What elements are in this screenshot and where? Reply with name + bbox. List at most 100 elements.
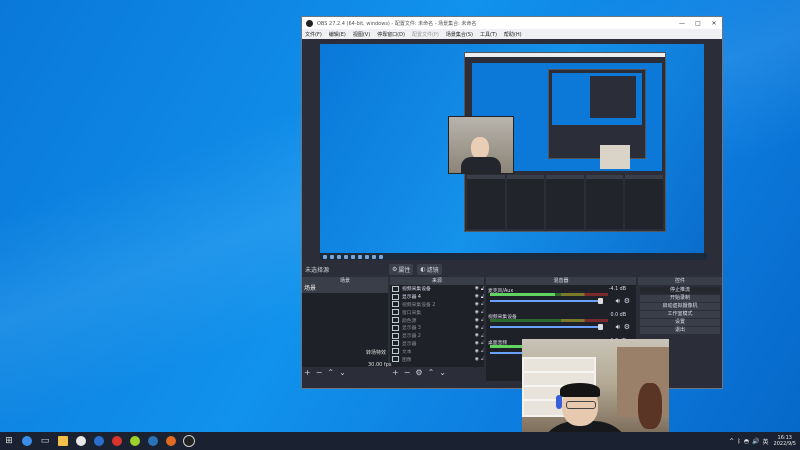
bluetooth-icon[interactable]: ᛒ bbox=[737, 438, 741, 445]
move-down-icon[interactable]: ⌄ bbox=[339, 368, 346, 377]
move-up-icon[interactable]: ⌃ bbox=[327, 368, 334, 377]
source-type-icon bbox=[392, 301, 399, 308]
source-item[interactable]: 图像 ◉ 🔓︎ bbox=[390, 355, 484, 363]
exit-button[interactable]: 退出 bbox=[640, 327, 720, 334]
eye-icon[interactable]: ◉ bbox=[475, 333, 479, 338]
source-label: 显示器 4 bbox=[402, 295, 421, 301]
lock-icon[interactable]: 🔓︎ bbox=[481, 348, 484, 354]
taskbar: ⊞ ▭ ^ ᛒ ◓ 🔊 英 16:13 2022/9/5 bbox=[0, 432, 800, 450]
game-icon[interactable] bbox=[162, 432, 180, 450]
properties-button[interactable]: ⚙ 属性 bbox=[389, 263, 414, 275]
source-label: 显示器 2 bbox=[402, 334, 421, 340]
stop-streaming-button[interactable]: 停止推流 bbox=[640, 287, 720, 294]
lock-icon[interactable]: 🔓︎ bbox=[481, 301, 484, 307]
menu-profile[interactable]: 配置文件(P) bbox=[412, 31, 439, 38]
remove-icon[interactable]: − bbox=[404, 368, 411, 377]
eye-icon[interactable]: ◉ bbox=[475, 286, 479, 291]
chrome-icon[interactable] bbox=[126, 432, 144, 450]
source-item[interactable]: 显示器 4 ◉ 🔓︎ bbox=[390, 293, 484, 301]
file-explorer-icon[interactable] bbox=[54, 432, 72, 450]
eye-icon[interactable]: ◉ bbox=[475, 302, 479, 307]
filters-label: 滤镜 bbox=[426, 266, 439, 274]
tray-chevron-icon[interactable]: ^ bbox=[729, 438, 734, 445]
eye-icon[interactable]: ◉ bbox=[475, 357, 479, 362]
start-virtual-camera-button[interactable]: 启动虚拟摄像机 bbox=[640, 303, 720, 310]
eye-icon[interactable]: ◉ bbox=[475, 341, 479, 346]
lock-icon[interactable]: 🔓︎ bbox=[481, 286, 484, 292]
clock[interactable]: 16:13 2022/9/5 bbox=[774, 435, 796, 447]
add-icon[interactable]: + bbox=[304, 368, 311, 377]
maximize-button[interactable]: □ bbox=[690, 20, 706, 27]
lock-icon[interactable]: 🔓︎ bbox=[481, 333, 484, 339]
eye-icon[interactable]: ◉ bbox=[475, 318, 479, 323]
obs-icon[interactable] bbox=[180, 432, 198, 450]
settings-button[interactable]: 设置 bbox=[640, 319, 720, 326]
source-item[interactable]: 视频采集设备 ◉ 🔓︎ bbox=[390, 285, 484, 293]
menu-tools[interactable]: 工具(T) bbox=[480, 31, 497, 38]
clock-date: 2022/9/5 bbox=[773, 441, 796, 447]
filter-icon: ◐ bbox=[420, 265, 426, 273]
menu-docks[interactable]: 停靠窗口(D) bbox=[377, 31, 405, 38]
task-view-icon[interactable]: ▭ bbox=[36, 432, 54, 450]
preview-canvas[interactable] bbox=[320, 44, 707, 260]
no-source-label: 未选择源 bbox=[305, 266, 330, 274]
menu-help[interactable]: 帮助(H) bbox=[504, 31, 522, 38]
eye-icon[interactable]: ◉ bbox=[475, 294, 479, 299]
minimize-button[interactable]: — bbox=[674, 20, 690, 27]
source-item[interactable]: 颜色源 ◉ 🔓︎ bbox=[390, 316, 484, 324]
source-label: 显示器 bbox=[402, 341, 417, 347]
source-item[interactable]: 窗口采集 ◉ 🔓︎ bbox=[390, 308, 484, 316]
network-icon[interactable]: ◓ bbox=[744, 438, 749, 445]
source-item[interactable]: 显示器 ◉ 🔓︎ bbox=[390, 340, 484, 348]
volume-icon[interactable]: 🔊 bbox=[752, 438, 759, 445]
lock-icon[interactable]: 🔓︎ bbox=[481, 340, 484, 346]
chat-icon[interactable] bbox=[72, 432, 90, 450]
lock-icon[interactable]: 🔓︎ bbox=[481, 356, 484, 362]
app-icon[interactable] bbox=[90, 432, 108, 450]
speaker-icon[interactable]: 🔊︎ bbox=[616, 323, 620, 332]
remove-icon[interactable]: − bbox=[316, 368, 323, 377]
menu-file[interactable]: 文件(F) bbox=[305, 31, 322, 38]
volume-slider[interactable] bbox=[490, 324, 603, 330]
channel-db: -4.1 dB bbox=[608, 287, 626, 292]
source-label: 窗口采集 bbox=[402, 310, 422, 316]
move-up-icon[interactable]: ⌃ bbox=[428, 368, 435, 377]
eye-icon[interactable]: ◉ bbox=[475, 349, 479, 354]
source-item[interactable]: 文本 ◉ 🔓︎ bbox=[390, 347, 484, 355]
source-item[interactable]: 视频采集设备 2 ◉ 🔓︎ bbox=[390, 301, 484, 309]
eye-icon[interactable]: ◉ bbox=[475, 310, 479, 315]
scene-item[interactable]: 场景 bbox=[302, 285, 388, 293]
lock-icon[interactable]: 🔓︎ bbox=[481, 325, 484, 331]
title-bar[interactable]: OBS 27.2.4 (64-bit, windows) - 配置文件: 未命名… bbox=[302, 17, 722, 29]
windows-logo-icon[interactable]: ⊞ bbox=[0, 432, 18, 450]
speaker-icon[interactable]: 🔊︎ bbox=[616, 297, 620, 306]
source-item[interactable]: 显示器 2 ◉ 🔓︎ bbox=[390, 332, 484, 340]
mixer-channel: 视频采集设备 0.0 dB 🔊︎ ⚙ bbox=[488, 313, 634, 339]
lock-icon[interactable]: 🔓︎ bbox=[481, 294, 484, 300]
studio-mode-button[interactable]: 工作室模式 bbox=[640, 311, 720, 318]
gear-icon[interactable]: ⚙ bbox=[415, 368, 422, 377]
search-icon[interactable] bbox=[18, 432, 36, 450]
preview-webcam bbox=[448, 116, 514, 174]
lock-icon[interactable]: 🔓︎ bbox=[481, 309, 484, 315]
close-button[interactable]: ✕ bbox=[706, 20, 722, 27]
filters-button[interactable]: ◐ 滤镜 bbox=[417, 263, 442, 275]
volume-slider[interactable] bbox=[490, 298, 603, 304]
menu-scene-collection[interactable]: 场景集合(S) bbox=[446, 31, 473, 38]
source-type-icon bbox=[392, 324, 399, 331]
menu-edit[interactable]: 编辑(E) bbox=[329, 31, 346, 38]
eye-icon[interactable]: ◉ bbox=[475, 325, 479, 330]
start-recording-button[interactable]: 开始录制 bbox=[640, 295, 720, 302]
add-icon[interactable]: + bbox=[392, 368, 399, 377]
gear-icon[interactable]: ⚙ bbox=[624, 323, 630, 331]
lock-icon[interactable]: 🔓︎ bbox=[481, 317, 484, 323]
input-method-indicator[interactable]: 英 bbox=[763, 437, 769, 446]
source-item[interactable]: 显示器 3 ◉ 🔓︎ bbox=[390, 324, 484, 332]
slider-handle[interactable] bbox=[598, 324, 603, 330]
gear-icon[interactable]: ⚙ bbox=[624, 297, 630, 305]
menu-view[interactable]: 视图(V) bbox=[353, 31, 370, 38]
netease-music-icon[interactable] bbox=[108, 432, 126, 450]
steam-icon[interactable] bbox=[144, 432, 162, 450]
move-down-icon[interactable]: ⌄ bbox=[439, 368, 446, 377]
slider-handle[interactable] bbox=[598, 298, 603, 304]
